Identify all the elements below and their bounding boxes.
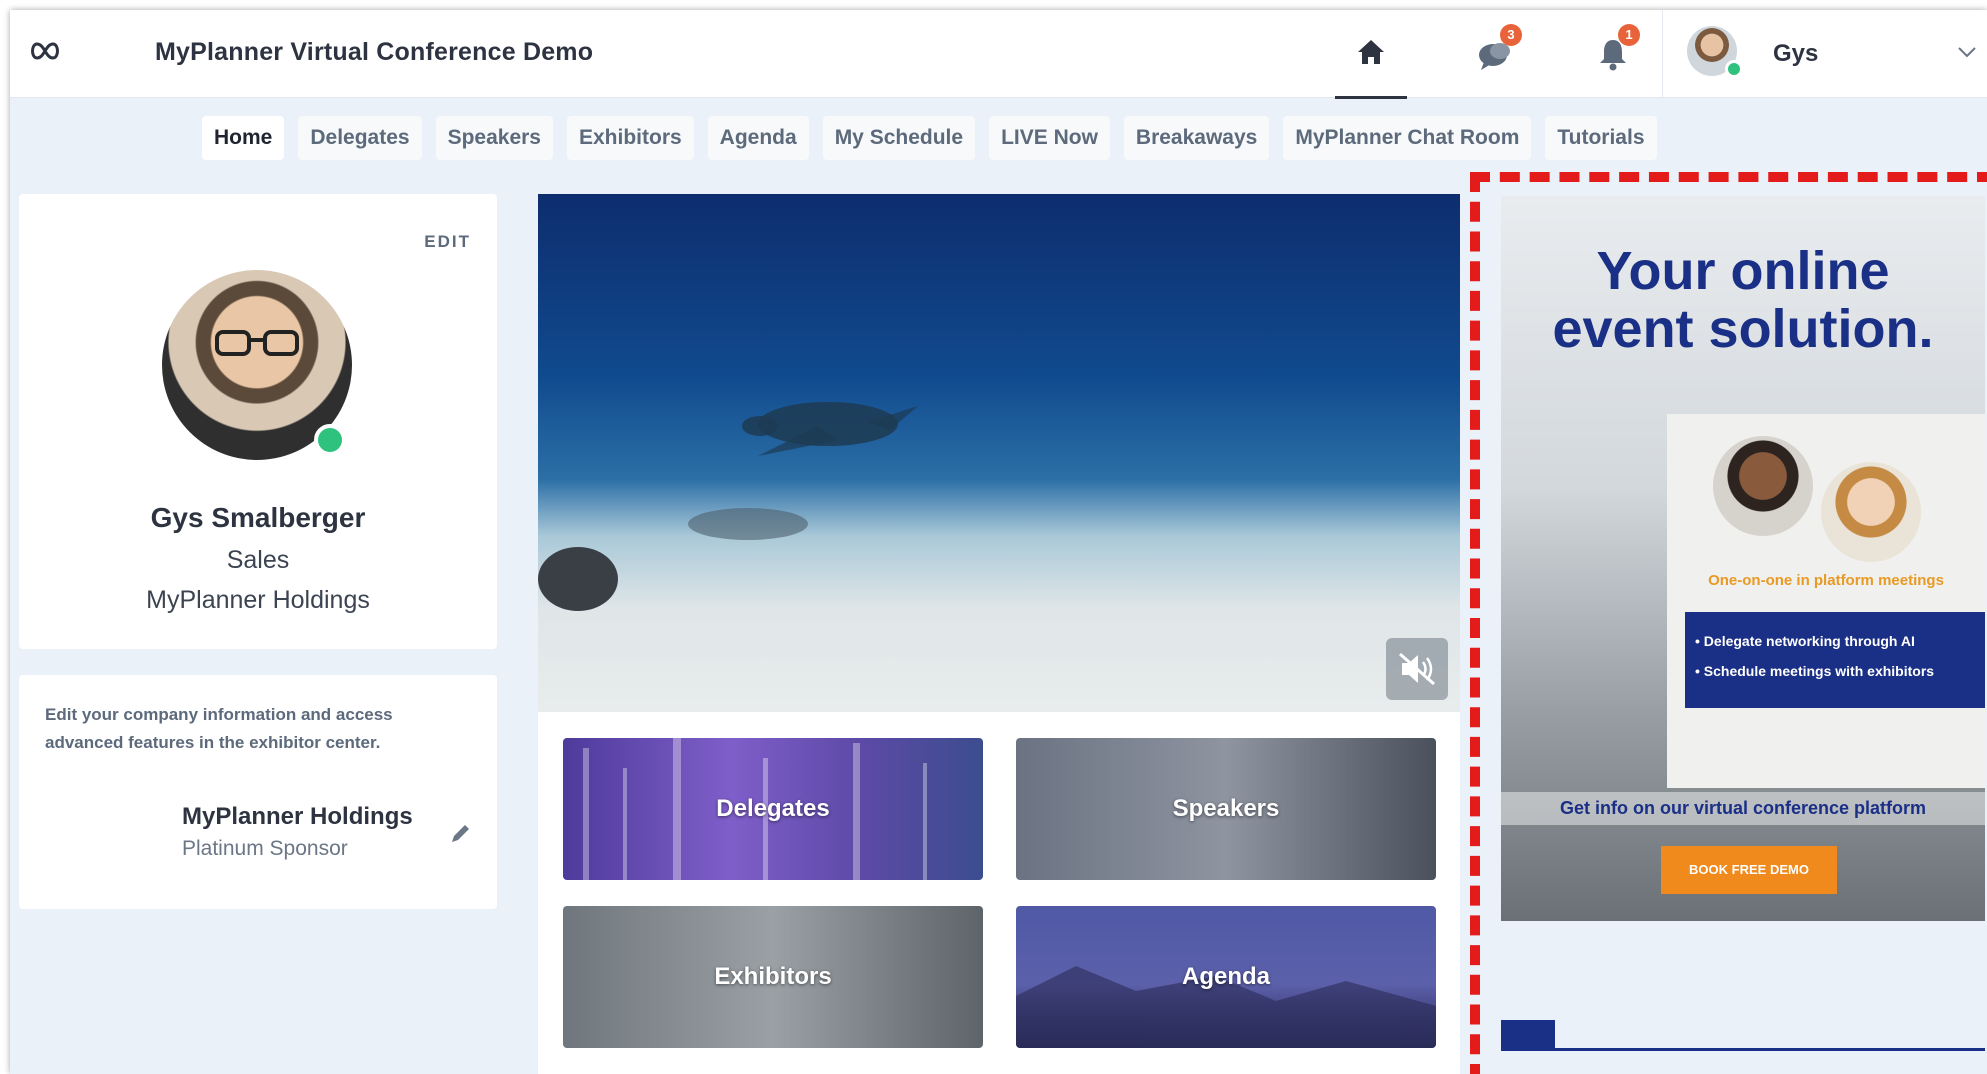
app-title: MyPlanner Virtual Conference Demo [155,38,594,66]
nav-breakaways[interactable]: Breakaways [1123,116,1270,160]
edit-profile-link[interactable]: EDIT [424,232,471,252]
welcome-video[interactable] [538,194,1460,712]
chat-button[interactable]: 3 [1472,24,1522,76]
nav-delegates[interactable]: Delegates [298,116,422,160]
home-icon[interactable] [1348,30,1394,76]
top-bar: MyPlanner Virtual Conference Demo 3 1 Gy… [10,10,1987,99]
infinity-logo-icon[interactable] [28,40,62,62]
nav-agenda[interactable]: Agenda [707,116,809,160]
profile-company: MyPlanner Holdings [146,586,370,614]
tile-agenda[interactable]: Agenda [1016,906,1436,1048]
main-nav: Home Delegates Speakers Exhibitors Agend… [202,116,1657,162]
profile-role: Sales [226,546,290,574]
nav-chat-room[interactable]: MyPlanner Chat Room [1283,116,1532,160]
profile-card: EDIT Gys Smalberger Sales MyPlanner Hold… [19,194,497,649]
profile-online-indicator [314,424,346,456]
quick-links: Delegates Speakers Exhibitors Agenda [538,712,1460,1074]
home-tab[interactable] [1335,10,1407,99]
company-name: MyPlanner Holdings [182,803,413,830]
tile-speakers-label: Speakers [1172,795,1280,822]
nav-live-now[interactable]: LIVE Now [989,116,1110,160]
sea-turtle-scene [538,402,918,611]
user-online-indicator [1725,60,1743,78]
profile-name: Gys Smalberger [150,502,366,533]
user-menu[interactable]: Gys [1662,10,1987,98]
nav-home[interactable]: Home [202,116,285,160]
chevron-down-icon[interactable] [1955,40,1979,64]
company-note: Edit your company information and access… [45,705,393,752]
nav-tutorials[interactable]: Tutorials [1545,116,1657,160]
tile-agenda-label: Agenda [1181,963,1270,990]
tile-delegates[interactable]: Delegates [563,738,983,880]
home-tab-underline [1335,96,1407,99]
nav-my-schedule[interactable]: My Schedule [822,116,976,160]
pencil-icon[interactable] [447,821,473,847]
tile-speakers[interactable]: Speakers [1016,738,1436,880]
company-card: Edit your company information and access… [19,675,497,909]
mute-button[interactable] [1386,638,1448,700]
chat-badge: 3 [1500,24,1522,46]
notifications-button[interactable]: 1 [1590,24,1640,76]
company-tier: Platinum Sponsor [182,837,348,860]
tile-exhibitors-label: Exhibitors [714,963,832,990]
tile-exhibitors[interactable]: Exhibitors [563,906,983,1048]
user-name[interactable]: Gys [1773,40,1818,68]
app-window: MyPlanner Virtual Conference Demo 3 1 Gy… [10,10,1987,1074]
nav-exhibitors[interactable]: Exhibitors [566,116,694,160]
tile-delegates-label: Delegates [716,795,830,822]
notifications-badge: 1 [1618,24,1640,46]
highlight-border [1470,172,1987,1074]
nav-speakers[interactable]: Speakers [435,116,553,160]
muted-speaker-icon [1399,652,1435,686]
